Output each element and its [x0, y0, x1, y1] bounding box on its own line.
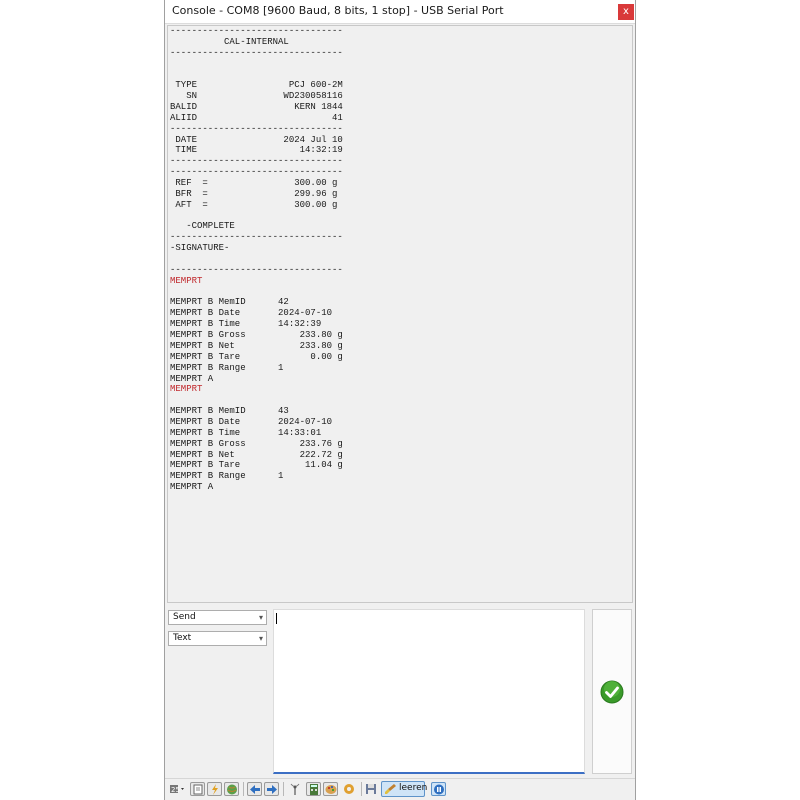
settings-dropdown-icon[interactable]: 25: [168, 782, 188, 796]
console-window: Console - COM8 [9600 Baud, 8 bits, 1 sto…: [164, 0, 636, 800]
console-output[interactable]: -------------------------------- CAL-INT…: [167, 25, 633, 603]
output-text: -------------------------------- CAL-INT…: [170, 26, 343, 493]
file-icon[interactable]: [190, 782, 205, 796]
format-select[interactable]: Text ▾: [168, 631, 267, 646]
globe-icon[interactable]: [224, 782, 239, 796]
save-icon[interactable]: [364, 782, 379, 796]
window-title: Console - COM8 [9600 Baud, 8 bits, 1 sto…: [172, 4, 504, 17]
close-button[interactable]: x: [618, 4, 634, 20]
output-memprt-highlight-2: MEMPRT: [170, 384, 203, 395]
send-mode-value: Send: [173, 612, 196, 622]
clear-button-label: leeren: [399, 783, 428, 793]
svg-text:25: 25: [171, 786, 180, 794]
chevron-down-icon: ▾: [258, 634, 263, 643]
bottom-toolbar: 25 leeren: [165, 778, 635, 799]
calculator-icon[interactable]: [306, 782, 321, 796]
text-caret: [276, 613, 277, 624]
send-mode-select[interactable]: Send ▾: [168, 610, 267, 625]
clear-button[interactable]: leeren: [381, 781, 428, 797]
toolbar-separator: [361, 782, 362, 796]
pause-icon[interactable]: [431, 782, 446, 796]
output-block-mem-43: MEMPRT B MemID 43 MEMPRT B Date 2024-07-…: [170, 406, 343, 493]
send-text-input[interactable]: [273, 609, 585, 774]
output-memprt-highlight-1: MEMPRT: [170, 275, 203, 286]
palette-icon[interactable]: [323, 782, 338, 796]
toolbar-separator: [243, 782, 244, 796]
gear-icon[interactable]: [342, 782, 357, 796]
send-panel: Send ▾ Text ▾: [165, 606, 635, 776]
chevron-down-icon: ▾: [258, 613, 263, 622]
title-bar[interactable]: Console - COM8 [9600 Baud, 8 bits, 1 sto…: [165, 0, 635, 24]
send-button[interactable]: [592, 609, 632, 774]
flash-icon[interactable]: [207, 782, 222, 796]
output-block-mem-42: MEMPRT B MemID 42 MEMPRT B Date 2024-07-…: [170, 297, 343, 384]
check-icon: [600, 680, 624, 704]
arrow-right-icon[interactable]: [264, 782, 279, 796]
format-value: Text: [173, 633, 192, 643]
toolbar-separator: [283, 782, 284, 796]
antenna-icon[interactable]: [288, 782, 303, 796]
arrow-left-icon[interactable]: [247, 782, 262, 796]
output-block-header: -------------------------------- CAL-INT…: [170, 26, 343, 275]
brush-icon: [385, 784, 396, 794]
